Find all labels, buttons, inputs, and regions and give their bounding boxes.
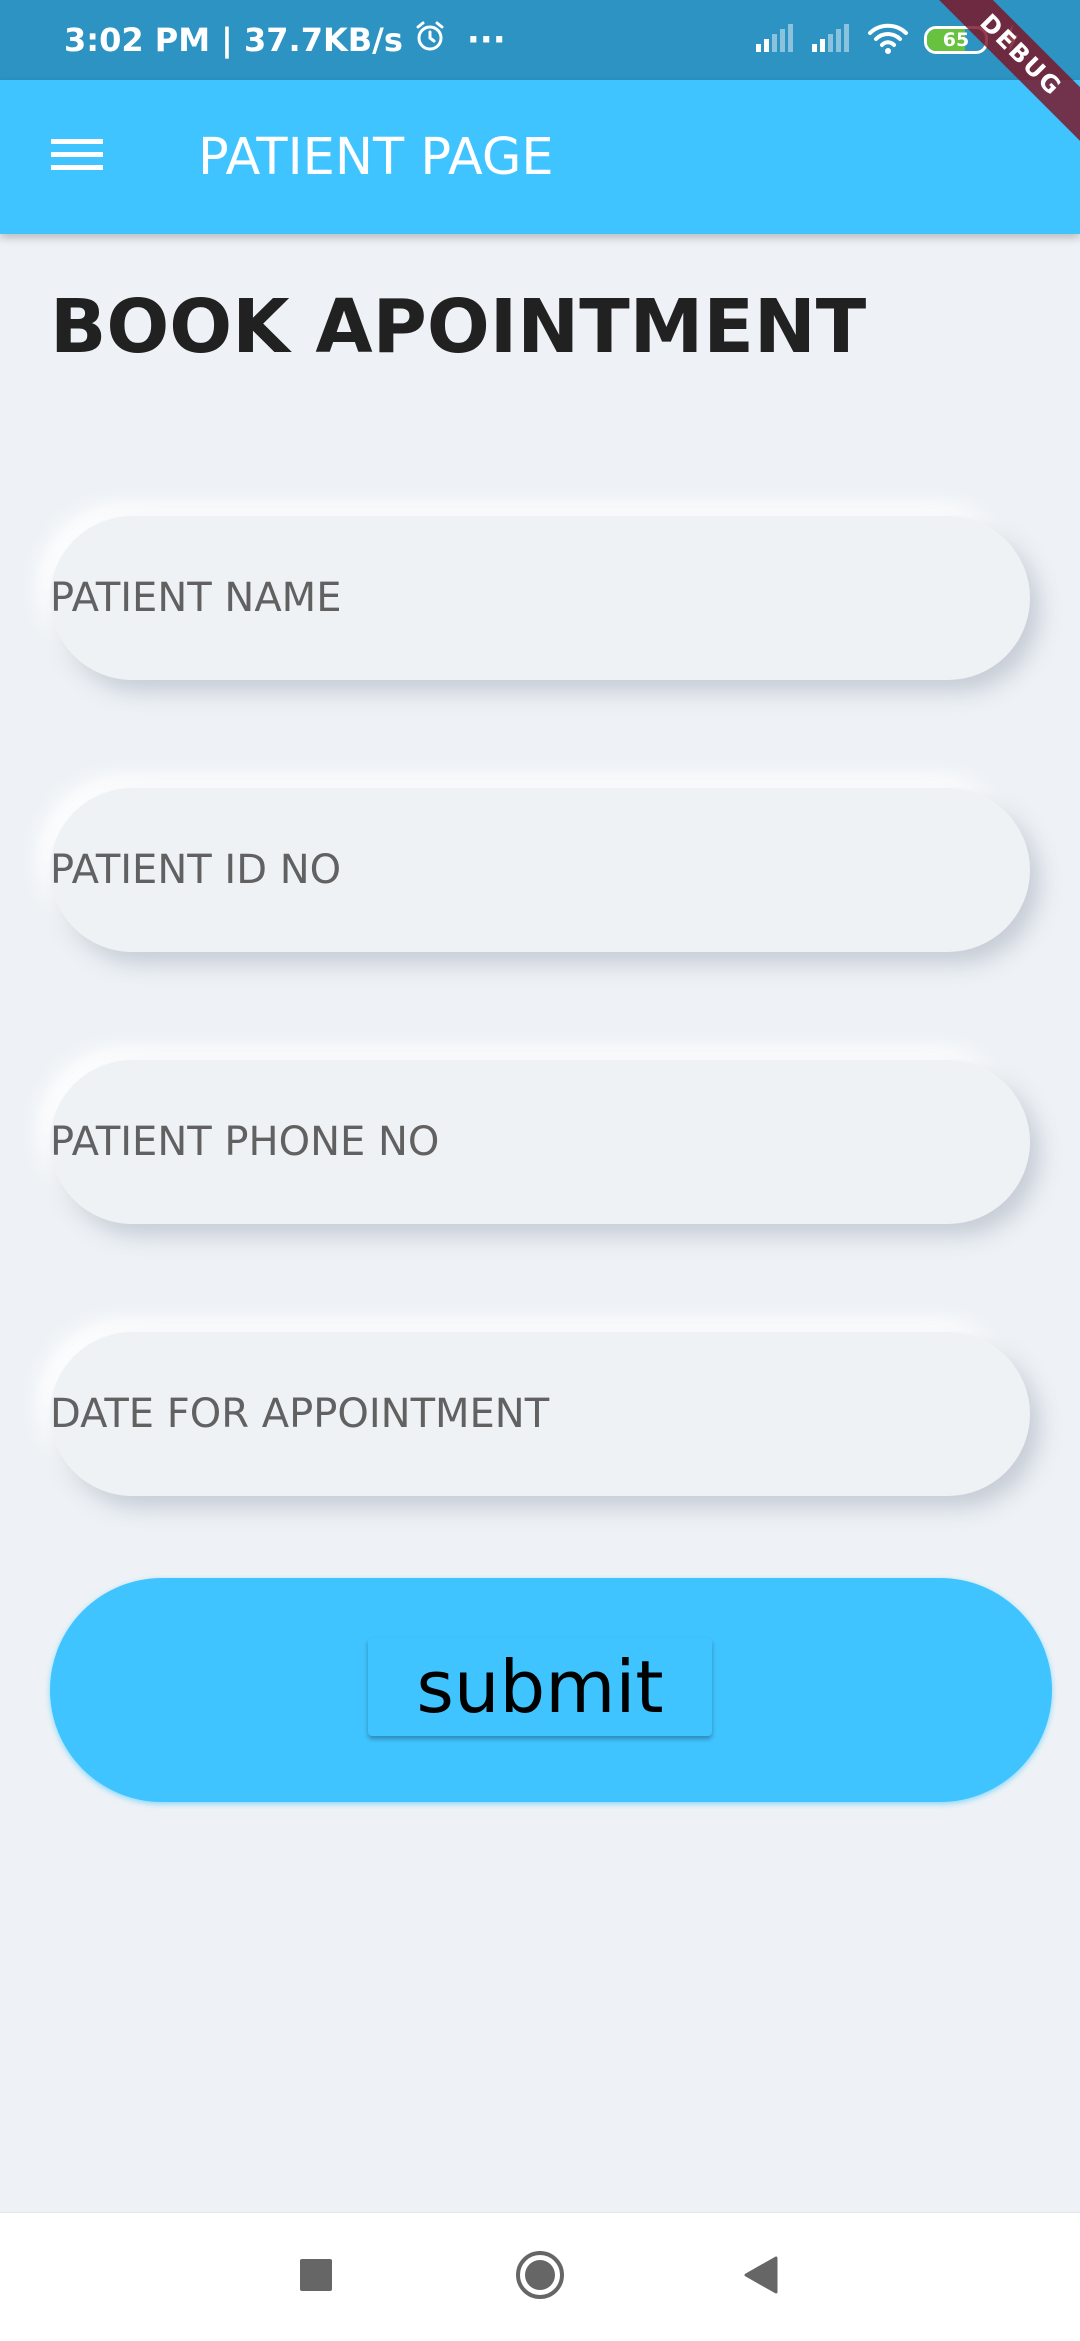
home-button[interactable]: [510, 2213, 570, 2341]
circle-home-icon: [514, 2249, 566, 2305]
system-nav-bar: [0, 2212, 1080, 2341]
alarm-clock-icon: [413, 19, 447, 61]
hamburger-menu-icon: [51, 135, 103, 179]
more-notifications-icon: ···: [466, 20, 506, 60]
appointment-date-input[interactable]: [50, 1332, 1030, 1496]
patient-name-input[interactable]: [50, 516, 1030, 680]
appointment-date-field[interactable]: [50, 1332, 1030, 1496]
app-bar-title: PATIENT PAGE: [198, 127, 554, 187]
status-left: 3:02 PM | 37.7KB/s ···: [64, 0, 506, 80]
wifi-icon: [866, 21, 910, 59]
recents-button[interactable]: [286, 2213, 346, 2341]
patient-phone-field[interactable]: [50, 1060, 1030, 1224]
square-recents-icon: [300, 2259, 332, 2295]
page-heading: BOOK APOINTMENT: [50, 284, 867, 370]
patient-id-input[interactable]: [50, 788, 1030, 952]
app-bar: PATIENT PAGE: [0, 80, 1080, 234]
status-bar: 3:02 PM | 37.7KB/s ··· 65: [0, 0, 1080, 80]
cell-signal-icon: [810, 22, 852, 58]
patient-name-field[interactable]: [50, 516, 1030, 680]
patient-id-field[interactable]: [50, 788, 1030, 952]
menu-button[interactable]: [40, 125, 114, 189]
status-time-speed: 3:02 PM | 37.7KB/s: [64, 21, 403, 59]
triangle-back-icon: [742, 2256, 778, 2298]
battery-level: 65: [942, 29, 970, 51]
back-button[interactable]: [730, 2213, 790, 2341]
submit-button[interactable]: submit: [368, 1638, 712, 1736]
cell-signal-icon: [754, 22, 796, 58]
patient-phone-input[interactable]: [50, 1060, 1030, 1224]
